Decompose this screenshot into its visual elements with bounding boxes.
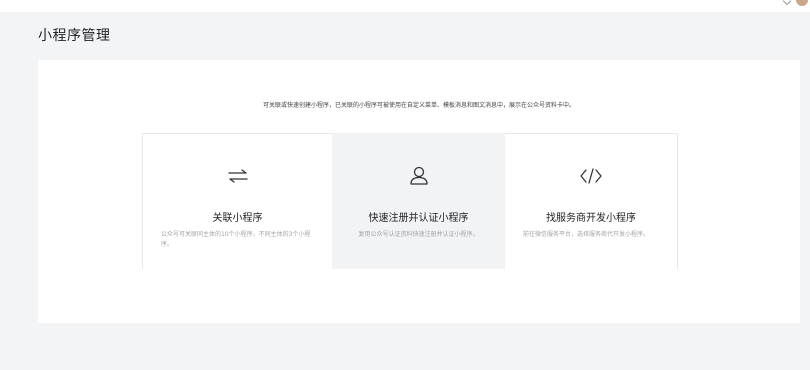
- card-title: 找服务商开发小程序: [546, 213, 636, 224]
- code-icon: [505, 165, 677, 187]
- link-mini-program-card[interactable]: 关联小程序 公众号可关联同主体的10个小程序，不同主体的3个小程序。: [142, 133, 332, 269]
- card-description: 复用公众号认证资料快速注册并认证小程序。: [358, 231, 479, 238]
- user-icon: [332, 165, 505, 187]
- card-description: 前往微信服务平台，选择服务商代开发小程序。: [523, 231, 650, 238]
- chevron-down-icon[interactable]: [782, 0, 792, 6]
- card-list: 关联小程序 公众号可关联同主体的10个小程序，不同主体的3个小程序。 快速注册并…: [142, 133, 695, 269]
- card-title: 关联小程序: [212, 213, 263, 224]
- card-description: 公众号可关联同主体的10个小程序，不同主体的3个小程序。: [161, 231, 311, 248]
- find-provider-card[interactable]: 找服务商开发小程序 前往微信服务平台，选择服务商代开发小程序。: [505, 133, 678, 269]
- quick-register-card[interactable]: 快速注册并认证小程序 复用公众号认证资料快速注册并认证小程序。: [332, 133, 505, 269]
- panel-description: 可关联或快速创建小程序，已关联的小程序可被使用在自定义菜单、模板消息和图文消息中…: [262, 102, 575, 109]
- card-title: 快速注册并认证小程序: [368, 213, 469, 224]
- main-panel: 可关联或快速创建小程序，已关联的小程序可被使用在自定义菜单、模板消息和图文消息中…: [38, 60, 800, 323]
- avatar[interactable]: [796, 0, 808, 6]
- top-bar: [0, 0, 810, 12]
- page-title: 小程序管理: [38, 28, 111, 44]
- link-arrows-icon: [143, 165, 332, 187]
